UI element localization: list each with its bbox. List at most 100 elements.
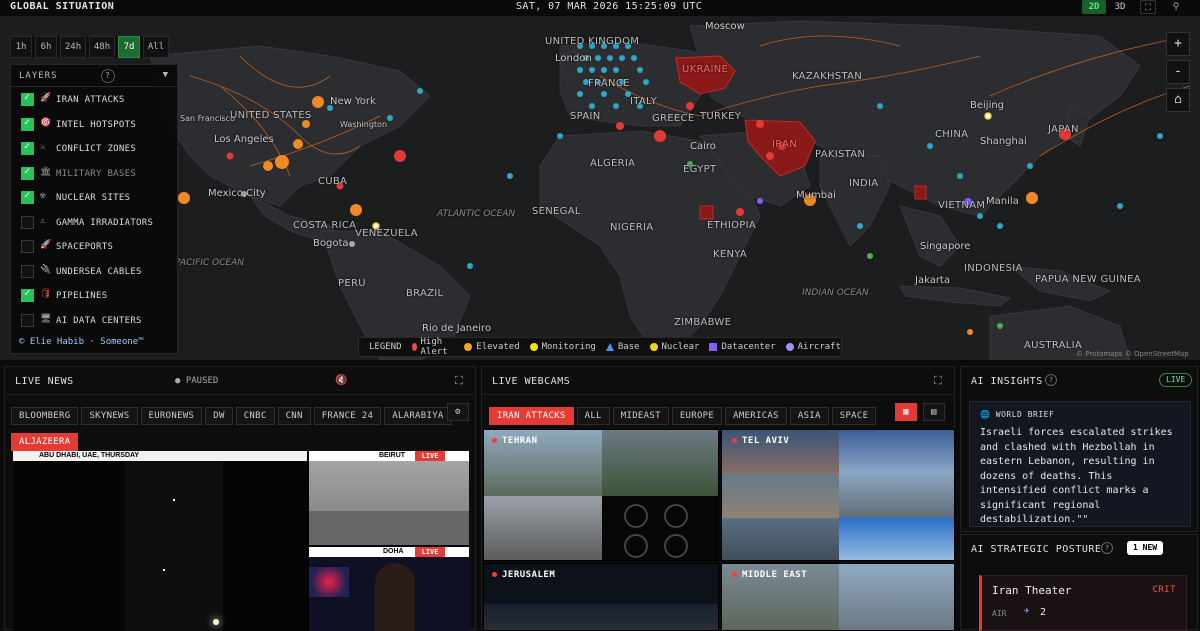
help-icon[interactable]: ? <box>101 69 115 83</box>
checkbox[interactable] <box>21 92 34 106</box>
layer-label: NUCLEAR SITES <box>56 193 131 203</box>
time-filter-1h[interactable]: 1h <box>10 36 32 58</box>
checkbox[interactable] <box>21 313 34 327</box>
checkbox[interactable] <box>21 141 34 155</box>
credit-link[interactable]: © Elie Habib · Someone™ <box>19 337 144 347</box>
layer-label: MILITARY BASES <box>56 168 137 179</box>
filter-iran-attacks[interactable]: IRAN ATTACKS <box>489 407 574 425</box>
rocket-icon: 🚀 <box>40 240 52 250</box>
map-label-rio: Rio de Janeiro <box>422 323 492 334</box>
layer-label: PIPELINES <box>56 291 108 301</box>
map-label-turkey: TURKEY <box>700 111 742 122</box>
map-canvas[interactable] <box>0 16 1200 360</box>
layer-iran-attacks[interactable]: 🚀 IRAN ATTACKS <box>11 87 177 112</box>
layer-conflict-zones[interactable]: ⚔ CONFLICT ZONES <box>11 136 177 161</box>
filter-asia[interactable]: ASIA <box>789 407 829 425</box>
map-label-brazil: BRAZIL <box>406 288 444 299</box>
time-filter-all[interactable]: All <box>143 36 169 58</box>
zoom-in-button[interactable]: + <box>1166 32 1190 56</box>
channel-cnn[interactable]: CNN <box>277 407 311 425</box>
pin-icon[interactable]: ⚲ <box>1168 0 1184 14</box>
live-badge: LIVE <box>415 547 445 557</box>
layer-intel-hotspots[interactable]: 🎯 INTEL HOTSPOTS <box>11 112 177 137</box>
layers-header[interactable]: LAYERS ? ▼ <box>11 65 177 87</box>
map-legend: LEGEND High Alert Elevated Monitoring Ba… <box>358 337 842 357</box>
layer-spaceports[interactable]: 🚀 SPACEPORTS <box>11 234 177 259</box>
layer-ai-data-centers[interactable]: 🖥 AI DATA CENTERS <box>11 308 177 333</box>
webcam-middle-east[interactable]: MIDDLE EAST <box>721 563 955 631</box>
paused-status[interactable]: ● PAUSED <box>175 376 218 386</box>
channel-alarabiya[interactable]: ALARABIYA <box>384 407 452 425</box>
layer-pipelines[interactable]: 🛢 PIPELINES <box>11 283 177 308</box>
layer-gamma-irradiators[interactable]: ⚠ GAMMA IRRADIATORS <box>11 210 177 235</box>
collapse-icon[interactable]: ▼ <box>163 70 169 80</box>
webcam-jerusalem[interactable]: JERUSALEM <box>483 563 719 631</box>
layer-military-bases[interactable]: 🏛 MILITARY BASES <box>11 161 177 186</box>
layer-label: GAMMA IRRADIATORS <box>56 217 154 228</box>
list-view-icon[interactable]: ▤ <box>923 403 945 421</box>
live-webcams-panel: LIVE WEBCAMS ⛶ IRAN ATTACKS ALL MIDEAST EUR… <box>481 366 955 631</box>
grid-view-icon[interactable]: ▦ <box>895 403 917 421</box>
layer-label: SPACEPORTS <box>56 242 114 252</box>
layer-nuclear-sites[interactable]: ☢ NUCLEAR SITES <box>11 185 177 210</box>
time-filter-7d[interactable]: 7d <box>118 36 140 58</box>
fullscreen-icon[interactable]: ⛶ <box>1140 0 1156 14</box>
checkbox[interactable] <box>21 240 34 253</box>
webcam-tel-aviv[interactable]: TEL AVIV <box>721 429 955 561</box>
channel-cnbc[interactable]: CNBC <box>235 407 275 425</box>
mode-3d-button[interactable]: 3D <box>1110 0 1130 14</box>
map-label-manila: Manila <box>986 196 1019 207</box>
map-label-senegal: SENEGAL <box>532 206 581 217</box>
filter-europe[interactable]: EUROPE <box>671 407 723 425</box>
channel-tabs: BLOOMBERG SKYNEWS EURONEWS DW CNBC CNN FRANCE … <box>11 403 471 451</box>
help-icon[interactable]: ? <box>1101 542 1113 554</box>
channel-euronews[interactable]: EURONEWS <box>140 407 203 425</box>
time-filter-24h[interactable]: 24h <box>60 36 86 58</box>
map-label-cairo: Cairo <box>690 141 716 152</box>
filter-all[interactable]: ALL <box>576 407 610 425</box>
settings-icon[interactable]: ⚙ <box>447 403 469 421</box>
layer-undersea-cables[interactable]: 🔌 UNDERSEA CABLES <box>11 259 177 284</box>
map-label-us: UNITED STATES <box>230 110 312 121</box>
news-video-player[interactable]: ABU DHABI, UAE, THURSDAY BEIRUT LIVE DOH… <box>13 451 469 631</box>
iran-theater-card[interactable]: Iran Theater CRIT AIR ✈ 2 <box>979 575 1187 631</box>
expand-icon[interactable]: ⛶ <box>455 374 463 388</box>
checkbox[interactable] <box>21 288 34 302</box>
world-brief-text: Israeli forces escalated strikes and cla… <box>980 427 1173 525</box>
channel-dw[interactable]: DW <box>205 407 233 425</box>
ai-insights-title: AI INSIGHTS <box>971 376 1043 387</box>
webcam-tehran[interactable]: TEHRAN <box>483 429 719 561</box>
checkbox[interactable] <box>21 117 34 131</box>
air-count: 2 <box>1040 607 1047 618</box>
filter-mideast[interactable]: MIDEAST <box>612 407 669 425</box>
server-icon: 🖥 <box>40 313 52 324</box>
layer-label: UNDERSEA CABLES <box>56 266 142 277</box>
mode-2d-button[interactable]: 2D <box>1082 0 1106 14</box>
world-map[interactable]: Moscow London UNITED KINGDOM FRANCE SPAI… <box>0 16 1200 360</box>
channel-aljazeera[interactable]: ALJAZEERA <box>11 433 79 451</box>
filter-americas[interactable]: AMERICAS <box>725 407 787 425</box>
mute-icon[interactable]: 🔇 <box>335 375 347 386</box>
airplane-icon: ✈ <box>1024 606 1030 616</box>
checkbox[interactable] <box>21 190 34 204</box>
legend-nuclear: Nuclear <box>649 342 699 352</box>
help-icon[interactable]: ? <box>1045 374 1057 386</box>
filter-space[interactable]: SPACE <box>831 407 877 425</box>
channel-skynews[interactable]: SKYNEWS <box>81 407 138 425</box>
home-icon[interactable]: ⌂ <box>1166 88 1190 112</box>
map-label-china: CHINA <box>935 129 969 140</box>
expand-icon[interactable]: ⛶ <box>934 374 942 388</box>
map-label-pakistan: PAKISTAN <box>815 149 866 160</box>
channel-france24[interactable]: FRANCE 24 <box>313 407 382 425</box>
time-filter-48h[interactable]: 48h <box>89 36 115 58</box>
map-label-peru: PERU <box>338 278 366 289</box>
checkbox[interactable] <box>21 166 34 180</box>
map-label-jakarta: Jakarta <box>915 275 950 286</box>
channel-bloomberg[interactable]: BLOOMBERG <box>11 407 79 425</box>
time-filter-6h[interactable]: 6h <box>35 36 57 58</box>
zoom-out-button[interactable]: - <box>1166 60 1190 84</box>
checkbox[interactable] <box>21 215 34 229</box>
map-label-kazakhstan: KAZAKHSTAN <box>792 71 862 82</box>
map-label-beijing: Beijing <box>970 100 1005 111</box>
checkbox[interactable] <box>21 264 34 278</box>
